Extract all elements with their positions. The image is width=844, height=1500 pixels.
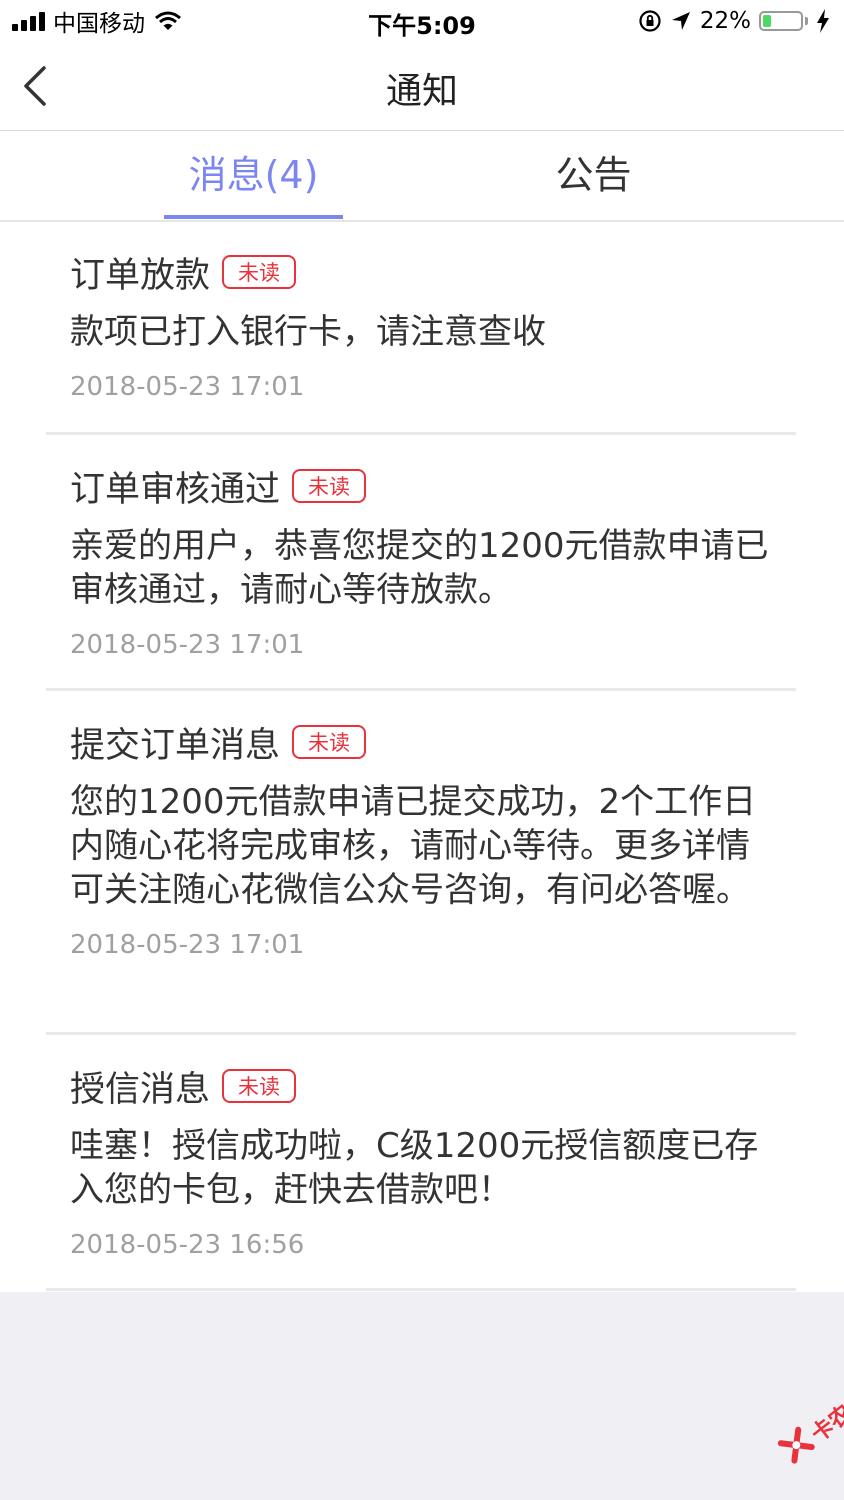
unread-badge: 未读 xyxy=(222,1069,297,1103)
message-time: 2018-05-23 17:01 xyxy=(70,372,305,402)
rotation-lock-icon xyxy=(639,10,661,32)
message-body: 款项已打入银行卡，请注意查收 xyxy=(70,312,546,352)
unread-badge: 未读 xyxy=(222,255,297,289)
list-item[interactable]: 提交订单消息 未读 您的1200元借款申请已提交成功，2个工作日内随心花将完成审… xyxy=(0,692,844,1032)
item-header: 提交订单消息 未读 xyxy=(70,720,774,766)
item-header: 订单审核通过 未读 xyxy=(70,464,774,510)
message-body: 哇塞！授信成功啦，C级1200元授信额度已存入您的卡包，赶快去借款吧！ xyxy=(70,1126,759,1210)
tab-messages[interactable]: 消息(4) xyxy=(164,131,343,220)
message-body: 亲爱的用户，恭喜您提交的1200元借款申请已审核通过，请耐心等待放款。 xyxy=(70,526,769,610)
unread-badge: 未读 xyxy=(292,469,367,503)
battery-fill xyxy=(763,15,771,27)
nav-bar: 通知 xyxy=(0,42,844,131)
battery-icon xyxy=(759,11,803,31)
message-title: 订单审核通过 xyxy=(70,469,281,510)
charging-bolt-icon xyxy=(817,9,829,33)
page-title: 通知 xyxy=(385,71,458,112)
message-time: 2018-05-23 17:01 xyxy=(70,630,305,660)
unread-badge: 未读 xyxy=(292,725,367,759)
list-item[interactable]: 订单放款 未读 款项已打入银行卡，请注意查收 2018-05-23 17:01 xyxy=(0,222,844,432)
list-item[interactable]: 授信消息 未读 哇塞！授信成功啦，C级1200元授信额度已存入您的卡包，赶快去借… xyxy=(0,1036,844,1288)
message-time: 2018-05-23 16:56 xyxy=(70,1230,305,1260)
list-item[interactable]: 订单审核通过 未读 亲爱的用户，恭喜您提交的1200元借款申请已审核通过，请耐心… xyxy=(0,436,844,688)
status-right: 22% xyxy=(638,6,830,36)
message-title: 授信消息 xyxy=(70,1069,211,1110)
message-list: 订单放款 未读 款项已打入银行卡，请注意查收 2018-05-23 17:01 … xyxy=(0,222,844,1292)
tab-announcements[interactable]: 公告 xyxy=(504,131,683,220)
tab-bar: 消息(4) 公告 xyxy=(0,131,844,222)
message-title: 提交订单消息 xyxy=(70,725,281,766)
divider xyxy=(0,1288,844,1292)
message-title: 订单放款 xyxy=(70,255,211,296)
battery-percent: 22% xyxy=(699,8,751,34)
item-header: 授信消息 未读 xyxy=(70,1064,774,1110)
status-bar: 中国移动 下午5:09 22% xyxy=(0,0,844,42)
battery-tip xyxy=(805,17,808,25)
message-body: 您的1200元借款申请已提交成功，2个工作日内随心花将完成审核，请耐心等待。更多… xyxy=(70,782,757,910)
item-header: 订单放款 未读 xyxy=(70,250,774,296)
message-time: 2018-05-23 17:01 xyxy=(70,930,305,960)
watermark-text: 卡农社区 xyxy=(806,1373,844,1448)
location-arrow-icon xyxy=(671,12,690,30)
tab-active-indicator xyxy=(164,215,343,219)
watermark: 卡农社区 xyxy=(742,1332,844,1471)
